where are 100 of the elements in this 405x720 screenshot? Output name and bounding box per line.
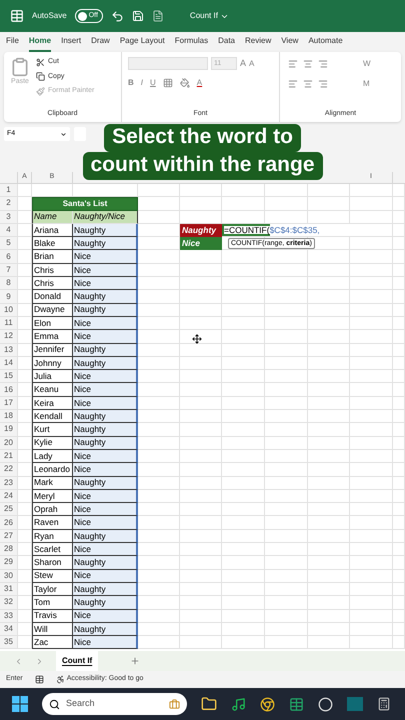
grid-cell[interactable] (308, 290, 350, 304)
grid-cell[interactable] (393, 330, 405, 344)
grid-cell[interactable] (138, 356, 180, 370)
grow-font-button[interactable]: A (240, 57, 246, 70)
grid-cell[interactable] (18, 530, 32, 544)
grid-cell[interactable] (265, 356, 308, 370)
fill-color-icon[interactable] (180, 78, 190, 88)
grid-cell[interactable] (350, 290, 393, 304)
grid-cell[interactable] (350, 197, 393, 211)
next-sheet-icon[interactable] (35, 656, 44, 666)
grid-cell[interactable] (350, 490, 393, 504)
grid-cell[interactable] (265, 463, 308, 477)
grid-cell[interactable] (308, 556, 350, 570)
spreadsheet-icon[interactable] (289, 696, 304, 712)
grid-cell[interactable] (18, 450, 32, 464)
grid-cell[interactable] (265, 570, 308, 583)
grid-cell[interactable] (180, 410, 222, 424)
grid-cell[interactable] (180, 197, 222, 211)
grid-cell[interactable] (222, 330, 265, 344)
grid-cell[interactable] (222, 450, 265, 464)
paste-icon[interactable] (10, 57, 30, 77)
grid-cell[interactable] (393, 250, 405, 264)
grid-cell[interactable] (138, 316, 180, 330)
grid-cell[interactable] (180, 370, 222, 384)
grid-cell[interactable] (222, 370, 265, 384)
save-icon[interactable] (132, 10, 144, 22)
align-middle-icon[interactable] (303, 59, 313, 69)
grid-cell[interactable] (308, 503, 350, 516)
grid-cell[interactable] (180, 344, 222, 357)
grid-cell[interactable] (350, 530, 393, 544)
grid-cell[interactable] (265, 516, 308, 530)
grid-cell[interactable] (350, 344, 393, 357)
grid-cell[interactable] (350, 264, 393, 278)
grid-cell[interactable] (265, 396, 308, 410)
grid-cell[interactable] (180, 264, 222, 278)
grid-cell[interactable] (18, 636, 32, 650)
grid-cell[interactable] (222, 250, 265, 264)
grid-cell[interactable] (180, 184, 222, 198)
grid-cell[interactable] (393, 556, 405, 570)
grid-cell[interactable] (350, 450, 393, 464)
grid-cell[interactable] (308, 490, 350, 504)
previous-sheet-icon[interactable] (14, 656, 23, 666)
grid-cell[interactable] (350, 463, 393, 477)
grid-cell[interactable] (180, 250, 222, 264)
grid-cell[interactable] (18, 290, 32, 304)
grid-cell[interactable] (138, 344, 180, 357)
grid-cell[interactable] (138, 463, 180, 477)
start-icon[interactable] (12, 696, 28, 712)
grid-cell[interactable] (138, 396, 180, 410)
grid-cell[interactable] (350, 277, 393, 290)
grid-cell[interactable] (222, 570, 265, 583)
merge-button[interactable]: M (363, 78, 370, 90)
underline-button[interactable]: U (150, 76, 156, 88)
grid-cell[interactable] (393, 503, 405, 516)
grid-cell[interactable] (308, 396, 350, 410)
grid-cell[interactable] (18, 344, 32, 357)
grid-cell[interactable] (138, 530, 180, 544)
grid-cell[interactable] (350, 570, 393, 583)
grid-cell[interactable] (18, 383, 32, 397)
grid-cell[interactable] (222, 503, 265, 516)
grid-cell[interactable] (393, 344, 405, 357)
grid-cell[interactable] (180, 450, 222, 464)
grid-cell[interactable] (180, 530, 222, 544)
grid-cell[interactable] (138, 250, 180, 264)
grid-cell[interactable] (393, 436, 405, 450)
grid-cell[interactable] (393, 516, 405, 530)
grid-cell[interactable] (265, 596, 308, 610)
grid-cell[interactable] (180, 304, 222, 317)
grid-cell[interactable] (138, 610, 180, 623)
document-title[interactable]: Count If (190, 10, 218, 22)
grid-cell[interactable] (393, 290, 405, 304)
grid-cell[interactable] (18, 316, 32, 330)
grid-cell[interactable] (18, 410, 32, 424)
grid-cell[interactable] (393, 622, 405, 636)
grid-cell[interactable] (138, 450, 180, 464)
align-bottom-icon[interactable] (318, 59, 328, 69)
grid-cell[interactable] (350, 316, 393, 330)
grid-cell[interactable] (138, 184, 180, 198)
grid-cell[interactable] (222, 436, 265, 450)
grid-cell[interactable] (222, 304, 265, 317)
grid-cell[interactable] (18, 596, 32, 610)
grid-cell[interactable] (393, 277, 405, 290)
grid-cell[interactable] (222, 610, 265, 623)
grid-cell[interactable] (393, 383, 405, 397)
grid-cell[interactable] (265, 636, 308, 650)
grid-cell[interactable] (138, 596, 180, 610)
grid-cell[interactable] (265, 543, 308, 556)
menu-tab[interactable]: Automate (308, 35, 343, 52)
grid-cell[interactable] (308, 383, 350, 397)
grid-cell[interactable] (393, 570, 405, 583)
grid-cell[interactable] (308, 463, 350, 477)
menu-tab[interactable]: Insert (61, 35, 82, 52)
grid-cell[interactable] (265, 197, 308, 211)
grid-cell[interactable] (180, 582, 222, 596)
grid-cell[interactable] (265, 316, 308, 330)
grid-cell[interactable] (138, 304, 180, 317)
grid-cell[interactable] (350, 596, 393, 610)
grid-cell[interactable] (222, 543, 265, 556)
scissors-icon[interactable] (36, 58, 45, 67)
grid-cell[interactable] (222, 396, 265, 410)
